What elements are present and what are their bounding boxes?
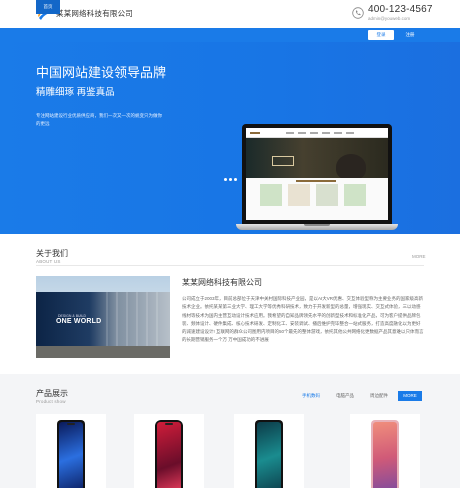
nav-item-news[interactable]: 新闻动态 ⌄ [108, 0, 131, 14]
nav-item-products[interactable]: 产品展示 ⌄ [143, 0, 166, 14]
hero-description: 专注网站建设行业优质供应商，我们一次又一次的蜕变只为做你的更远 [36, 113, 162, 126]
image-text: ONE WORLD [56, 318, 102, 325]
login-button[interactable]: 登录 [368, 30, 394, 40]
hero-title: 中国网站建设领导品牌 [36, 65, 167, 80]
nav-separator [240, 4, 241, 10]
products-more-button[interactable]: MORE [398, 391, 422, 401]
nav-item-downloads[interactable]: 资料下载 [214, 0, 232, 14]
nav-separator [275, 4, 276, 10]
nav-item-about[interactable]: 关于我们 ⌄ [70, 0, 93, 14]
about-more-link[interactable]: MORE [412, 254, 426, 259]
nav-item-solutions[interactable]: 解决方案 ⌄ [177, 0, 200, 14]
product-card[interactable] [134, 414, 204, 488]
company-name: 某某网络科技有限公司 [182, 278, 262, 287]
about-subtitle: ABOUT US [36, 259, 61, 264]
phone-image [57, 420, 85, 488]
nav-separator [136, 4, 137, 10]
about-building-image: DESIGN & BUILD ONE WORLD [36, 276, 170, 358]
product-card[interactable] [234, 414, 304, 488]
nav-item-contact[interactable]: 联系我们 [284, 0, 302, 14]
products-title: 产品展示 [36, 389, 68, 398]
nav-separator [100, 4, 101, 10]
tab-accessories[interactable]: 周边配件 [370, 391, 388, 401]
phone-image [371, 420, 399, 488]
divider [36, 265, 424, 266]
carousel-dot[interactable] [234, 178, 237, 181]
about-paragraph: 公司成立于2003年，目前总部位于天津中关村国际科技产业园，是以AI大VR优惠、… [182, 296, 424, 343]
phone-number: 400-123-4567 [368, 4, 433, 15]
laptop-mockup-image [236, 124, 398, 232]
phone-image [255, 420, 283, 488]
nav-item-home[interactable]: 首页 [36, 0, 60, 14]
hero-subtitle: 精雕细琢 再鉴真品 [36, 87, 115, 98]
tab-computer-products[interactable]: 电脑产品 [336, 391, 354, 401]
email-address: admin@youweb.com [368, 16, 411, 21]
product-card[interactable] [36, 414, 106, 488]
about-title: 关于我们 [36, 249, 68, 258]
carousel-dot[interactable] [229, 178, 232, 181]
tab-mobile-digital[interactable]: 手机数码 [302, 391, 320, 401]
nav-separator [170, 4, 171, 10]
register-button[interactable]: 注册 [398, 30, 422, 40]
product-card[interactable] [350, 414, 420, 488]
nav-item-careers[interactable]: 人才招聘 [250, 0, 268, 14]
products-subtitle: Product show [36, 399, 66, 404]
carousel-dot[interactable] [224, 178, 227, 181]
nav-separator [205, 4, 206, 10]
phone-icon [352, 7, 364, 19]
phone-image [155, 420, 183, 488]
